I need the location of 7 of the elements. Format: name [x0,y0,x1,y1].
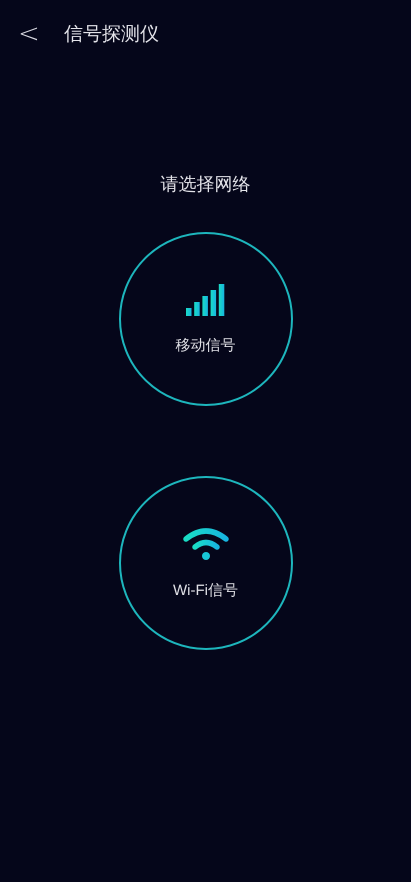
network-option[interactable]: Wi-Fi信号 [118,476,292,650]
prompt-text: 请选择网络 [160,173,250,196]
signal-bars-icon [186,284,226,316]
back-button[interactable]: < [14,21,44,47]
page-title: 信号探测仪 [64,22,159,47]
network-option[interactable]: 移动信号 [118,232,292,406]
wifi-icon [182,526,228,560]
